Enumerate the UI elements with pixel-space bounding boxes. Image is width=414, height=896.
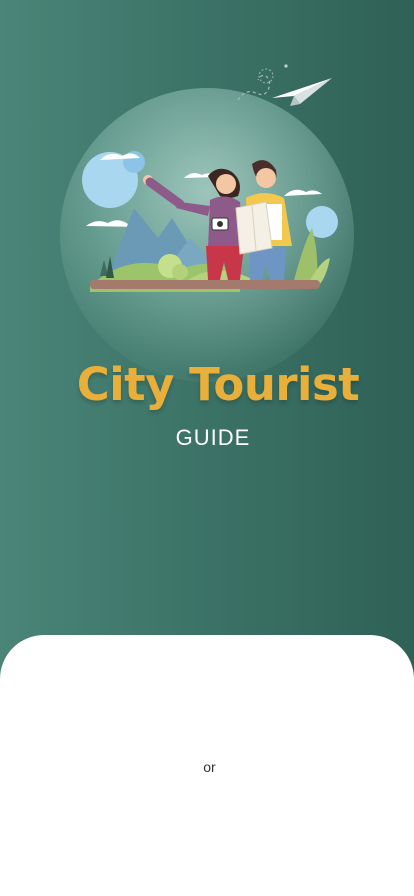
tourists-illustration	[82, 151, 338, 292]
auth-bottom-sheet: or	[0, 635, 414, 896]
hero-illustration-frame	[60, 88, 354, 382]
or-divider-label: or	[203, 759, 216, 775]
app-title: City Tourist	[76, 358, 360, 411]
app-subtitle: GUIDE	[175, 425, 251, 450]
splash-screen: City Tourist GUIDE or	[0, 0, 414, 896]
